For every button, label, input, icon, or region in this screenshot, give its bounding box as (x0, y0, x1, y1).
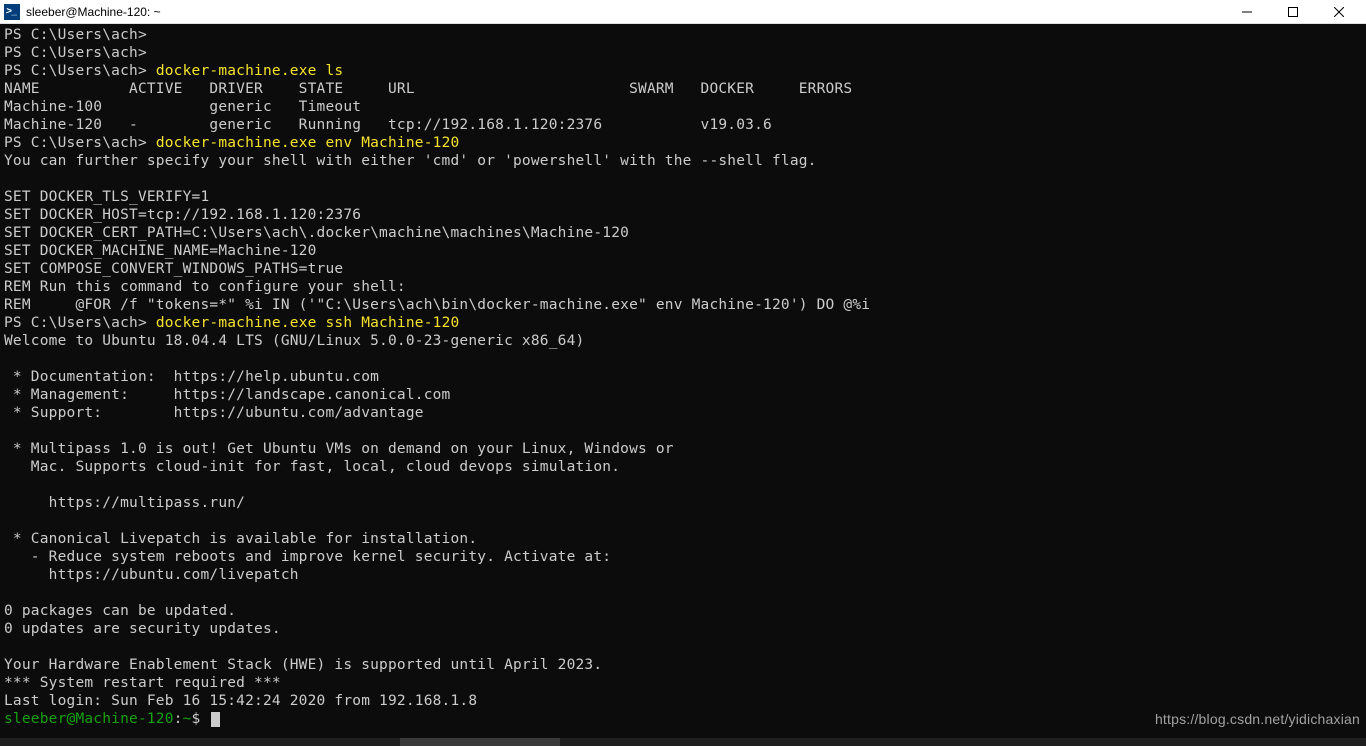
close-button[interactable] (1316, 0, 1362, 24)
watermark: https://blog.csdn.net/yidichaxian (1155, 710, 1360, 728)
powershell-icon: >_ (4, 4, 20, 20)
cursor (211, 712, 220, 727)
minimize-button[interactable] (1224, 0, 1270, 24)
taskbar-sliver (0, 738, 1366, 746)
taskbar-highlight (400, 738, 560, 746)
window-title: sleeber@Machine-120: ~ (26, 5, 161, 19)
terminal-window: >_ sleeber@Machine-120: ~ PS C:\Users\ac… (0, 0, 1366, 746)
terminal-body[interactable]: PS C:\Users\ach> PS C:\Users\ach> PS C:\… (0, 24, 1366, 738)
maximize-button[interactable] (1270, 0, 1316, 24)
window-controls (1224, 0, 1362, 24)
titlebar[interactable]: >_ sleeber@Machine-120: ~ (0, 0, 1366, 24)
